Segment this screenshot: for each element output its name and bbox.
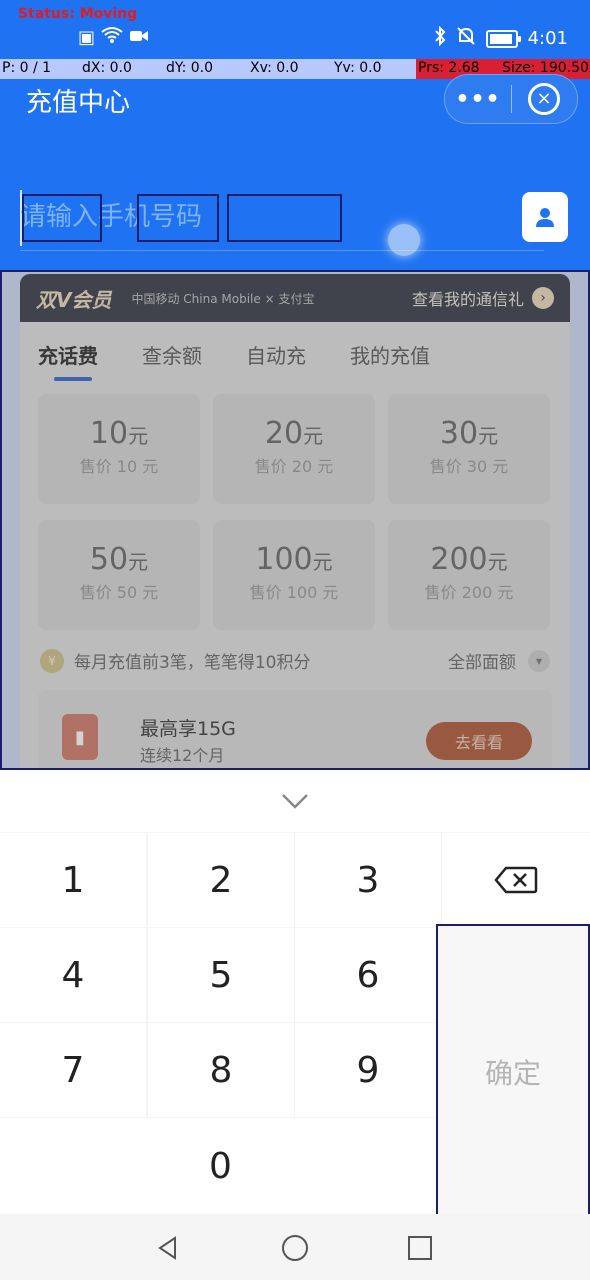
- close-icon: ×: [528, 83, 560, 115]
- video-icon: [129, 27, 149, 48]
- wifi-icon: [101, 26, 123, 49]
- bluetooth-icon: [434, 25, 446, 51]
- home-button[interactable]: [275, 1228, 315, 1268]
- chevron-down-icon: [282, 794, 308, 809]
- contacts-button[interactable]: [522, 192, 568, 242]
- input-underline: [20, 250, 544, 251]
- recents-icon: [408, 1236, 432, 1260]
- key-5[interactable]: 5: [148, 928, 294, 1022]
- home-icon: [282, 1235, 308, 1261]
- debug-dy: dY: 0.0: [166, 60, 214, 76]
- system-nav-bar: [0, 1214, 590, 1280]
- key-7[interactable]: 7: [0, 1023, 146, 1117]
- keyboard-collapse-button[interactable]: [0, 770, 590, 832]
- touch-indicator: [388, 224, 420, 256]
- key-2[interactable]: 2: [148, 833, 294, 927]
- page-title: 充值中心: [26, 88, 131, 118]
- battery-icon: [485, 29, 521, 48]
- backspace-button[interactable]: [442, 833, 590, 927]
- status-icons-left: ▣: [78, 26, 149, 49]
- back-icon: [158, 1236, 176, 1260]
- confirm-button[interactable]: 确定: [436, 924, 590, 1220]
- more-button[interactable]: •••: [445, 87, 511, 112]
- key-3[interactable]: 3: [295, 833, 441, 927]
- miniapp-capsule: ••• ×: [444, 74, 578, 124]
- key-0[interactable]: 0: [0, 1118, 441, 1214]
- key-9[interactable]: 9: [295, 1023, 441, 1117]
- clock-time: 4:01: [527, 28, 568, 49]
- key-4[interactable]: 4: [0, 928, 146, 1022]
- key-8[interactable]: 8: [148, 1023, 294, 1117]
- notification-icon: ▣: [78, 27, 96, 48]
- recents-button[interactable]: [400, 1228, 440, 1268]
- recharge-content: 双V会员 中国移动 China Mobile × 支付宝 查看我的通信礼 › 充…: [0, 270, 590, 770]
- backspace-icon: [494, 866, 538, 894]
- debug-status-text: Status: Moving: [18, 6, 138, 22]
- mute-bell-icon: [456, 26, 476, 51]
- highlight-box-3: [227, 194, 342, 242]
- debug-xv: Xv: 0.0: [250, 60, 299, 76]
- debug-dx: dX: 0.0: [82, 60, 132, 76]
- dim-overlay: [0, 270, 590, 770]
- debug-p: P: 0 / 1: [2, 60, 52, 76]
- status-icons-right: 4:01: [434, 25, 568, 51]
- highlight-box-1: [22, 194, 102, 242]
- debug-yv: Yv: 0.0: [334, 60, 382, 76]
- close-button[interactable]: ×: [512, 83, 576, 115]
- highlight-box-2: [137, 194, 219, 242]
- key-6[interactable]: 6: [295, 928, 441, 1022]
- person-icon: [536, 208, 554, 227]
- key-1[interactable]: 1: [0, 833, 146, 927]
- back-button[interactable]: [148, 1228, 188, 1268]
